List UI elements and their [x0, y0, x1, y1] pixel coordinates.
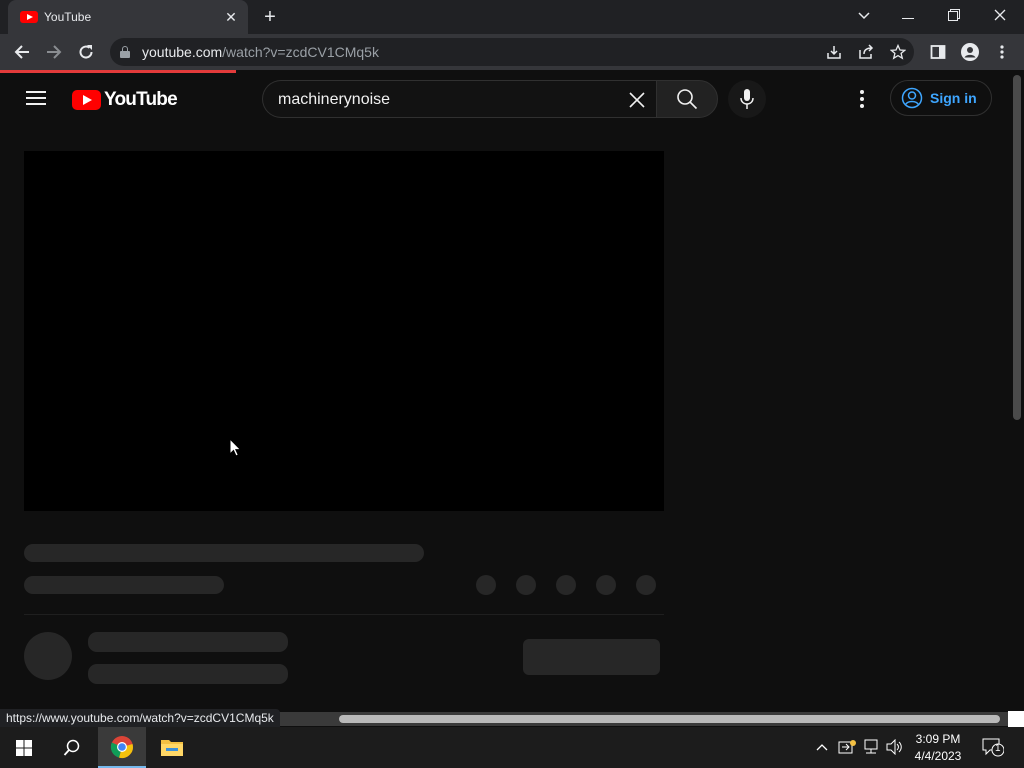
volume-icon[interactable] — [886, 738, 904, 758]
tab-search-chevron-icon[interactable] — [842, 0, 886, 30]
network-icon[interactable] — [862, 739, 880, 758]
bookmark-star-icon[interactable] — [884, 38, 912, 66]
restore-button[interactable] — [932, 0, 976, 30]
video-player[interactable] — [24, 151, 664, 511]
youtube-logo-text: YouTube — [104, 89, 178, 110]
new-tab-button[interactable]: + — [258, 6, 282, 30]
youtube-logo[interactable]: YouTube — [72, 89, 178, 111]
mouse-cursor-icon — [229, 438, 242, 457]
browser-toolbar: youtube.com/watch?v=zcdCV1CMq5k — [0, 34, 1024, 70]
clear-search-icon[interactable] — [624, 87, 650, 113]
browser-menu-icon[interactable] — [988, 38, 1016, 66]
action-skeleton-dot — [476, 575, 496, 595]
search-icon — [63, 739, 80, 756]
scrollbar-corner — [1008, 711, 1024, 727]
vertical-scrollbar[interactable] — [1010, 73, 1024, 713]
action-skeleton-dot — [636, 575, 656, 595]
channel-avatar-skeleton — [24, 632, 72, 680]
browser-tab-youtube[interactable]: YouTube ✕ — [8, 0, 248, 34]
vertical-scroll-thumb[interactable] — [1013, 75, 1021, 420]
metadata-skeleton — [24, 576, 224, 594]
window-close-button[interactable] — [978, 0, 1022, 30]
tab-close-icon[interactable]: ✕ — [222, 8, 240, 26]
subscribe-button-skeleton — [523, 639, 660, 675]
reload-button[interactable] — [72, 38, 100, 66]
action-center-button[interactable]: 1 — [982, 737, 1005, 757]
screen: YouTube ✕ + youtube.com/watch?v=zcdCV1CM… — [0, 0, 1024, 768]
system-clock[interactable]: 3:09 PM 4/4/2023 — [908, 731, 968, 765]
tab-title: YouTube — [44, 10, 92, 24]
action-skeleton-dot — [516, 575, 536, 595]
taskbar-search-button[interactable] — [48, 727, 96, 768]
action-skeleton-dot — [556, 575, 576, 595]
microphone-icon — [740, 89, 754, 109]
windows-logo-icon — [16, 740, 32, 756]
browser-tabstrip: YouTube ✕ + — [0, 0, 1024, 34]
search-button[interactable] — [656, 80, 718, 118]
account-circle-icon — [901, 87, 923, 109]
security-status-icon[interactable] — [838, 739, 856, 758]
share-icon[interactable] — [852, 38, 880, 66]
sign-in-label: Sign in — [930, 90, 977, 106]
divider — [24, 614, 664, 615]
chrome-icon — [110, 736, 133, 758]
notification-count: 1 — [995, 743, 1001, 754]
profile-icon[interactable] — [956, 38, 984, 66]
search-query: machinerynoise — [278, 91, 391, 108]
show-hidden-icons-chevron-icon[interactable] — [816, 739, 828, 754]
search-icon — [677, 89, 698, 110]
taskbar-chrome-button[interactable] — [98, 727, 146, 768]
sign-in-button[interactable]: Sign in — [890, 80, 992, 116]
install-app-icon[interactable] — [820, 38, 848, 66]
guide-menu-icon[interactable] — [26, 90, 46, 106]
title-skeleton — [24, 544, 424, 562]
windows-taskbar: 3:09 PM 4/4/2023 1 — [0, 727, 1024, 768]
settings-menu-icon[interactable] — [852, 88, 872, 110]
minimize-button[interactable] — [886, 0, 930, 30]
horizontal-scroll-thumb[interactable] — [339, 715, 1000, 723]
side-panel-icon[interactable] — [924, 38, 952, 66]
youtube-masthead: YouTube machinerynoise Sign in — [0, 73, 1010, 125]
lock-icon[interactable] — [120, 46, 130, 58]
start-button[interactable] — [0, 727, 48, 768]
clock-date: 4/4/2023 — [914, 749, 962, 763]
action-skeleton-dot — [596, 575, 616, 595]
clock-time: 3:09 PM — [915, 732, 961, 746]
back-button[interactable] — [8, 38, 36, 66]
channel-name-skeleton — [88, 632, 288, 652]
address-bar[interactable]: youtube.com/watch?v=zcdCV1CMq5k — [110, 38, 914, 66]
taskbar-file-explorer-button[interactable] — [148, 727, 196, 768]
search-input[interactable]: machinerynoise — [262, 80, 656, 118]
youtube-play-logo-icon — [72, 90, 101, 110]
channel-subs-skeleton — [88, 664, 288, 684]
folder-icon — [161, 740, 183, 756]
link-status-bubble: https://www.youtube.com/watch?v=zcdCV1CM… — [0, 709, 280, 727]
url-text[interactable]: youtube.com/watch?v=zcdCV1CMq5k — [142, 44, 379, 60]
voice-search-button[interactable] — [728, 80, 766, 118]
forward-button[interactable] — [40, 38, 68, 66]
youtube-favicon-icon — [20, 11, 38, 23]
